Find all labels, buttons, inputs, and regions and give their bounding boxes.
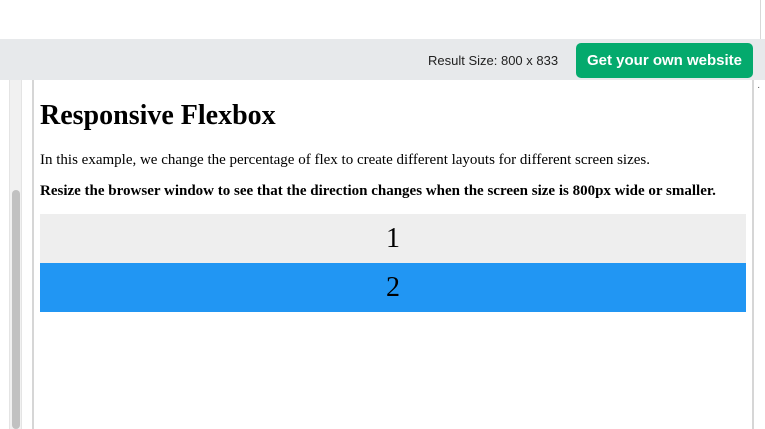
right-gutter-mark: · xyxy=(757,82,761,93)
intro-text: In this example, we change the percentag… xyxy=(40,152,651,168)
top-strip-edge xyxy=(760,0,765,39)
flex-container: 1 2 xyxy=(40,214,746,312)
result-size-label: Result Size: 800 x 833 xyxy=(428,53,559,68)
right-gutter: · xyxy=(754,80,765,429)
left-scrollbar-thumb[interactable] xyxy=(12,190,20,429)
flex-item-2: 2 xyxy=(40,263,746,312)
result-frame: Responsive Flexbox In this example, we c… xyxy=(34,80,752,429)
top-strip xyxy=(0,0,765,39)
page-title: Responsive Flexbox xyxy=(40,100,276,131)
flex-item-1: 1 xyxy=(40,214,746,263)
get-your-own-website-button[interactable]: Get your own website xyxy=(576,43,753,78)
resize-note: Resize the browser window to see that th… xyxy=(40,183,716,199)
